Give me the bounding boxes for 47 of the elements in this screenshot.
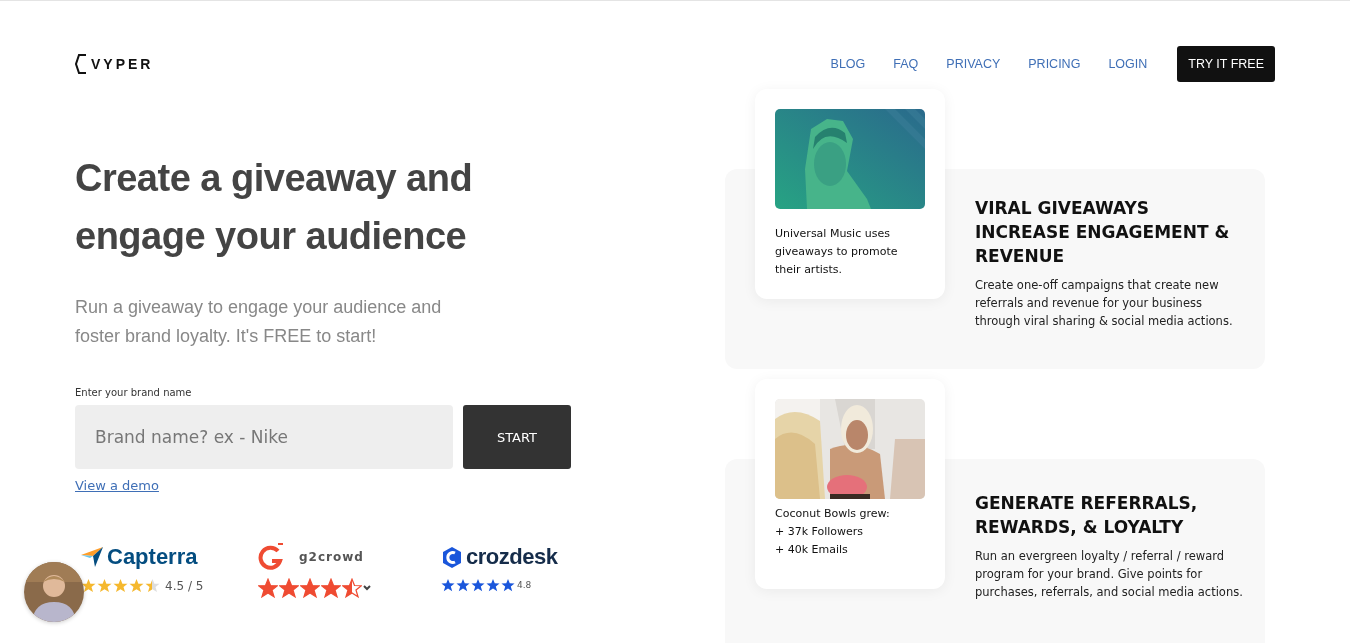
- avatar: [24, 562, 84, 622]
- star-icon: [129, 578, 144, 593]
- demo-link[interactable]: View a demo: [75, 478, 159, 493]
- try-free-button[interactable]: TRY IT FREE: [1177, 46, 1275, 82]
- feature-text: Run an evergreen loyalty / referral / reward program for your brand. Give points for purchases, referrals, and social media actions.: [975, 547, 1244, 601]
- brand-name: Capterra: [107, 544, 198, 570]
- star-icon: [97, 578, 112, 593]
- caption-text: Coconut Bowls grew:: [775, 506, 891, 522]
- star-icon: [279, 578, 299, 598]
- feature-title: GENERATE REFERRALS, REWARDS, & LOYALTY: [975, 491, 1199, 539]
- star-icon: [486, 578, 500, 592]
- nav-link[interactable]: PRIVACY: [946, 57, 1001, 71]
- star-icon: [456, 578, 470, 592]
- feature-text: Create one-off campaigns that create new referrals and revenue for your business through viral sharing & social media actions.: [975, 277, 1234, 331]
- caption-text: + 37k Followers: [775, 524, 865, 540]
- brand-name: crozdesk: [466, 544, 558, 570]
- star-icon: [471, 578, 485, 592]
- star-icon: [145, 578, 160, 593]
- star-icon: [300, 578, 320, 598]
- nav-link[interactable]: FAQ: [893, 57, 919, 71]
- logo-text: VYPER: [91, 56, 154, 72]
- nav-link[interactable]: LOGIN: [1108, 57, 1148, 71]
- star-icon: [81, 578, 96, 593]
- star-icon: [501, 578, 515, 592]
- feature-title: VIRAL GIVEAWAYS INCREASE ENGAGEMENT & REVENUE: [975, 197, 1231, 269]
- rating-value: 4.5 / 5: [165, 578, 204, 593]
- star-icon: [342, 578, 362, 598]
- hexagon-logo-icon: [441, 545, 463, 569]
- nav-link[interactable]: BLOG: [830, 57, 866, 71]
- nav-link[interactable]: PRICING: [1028, 57, 1081, 71]
- logo-icon: [75, 53, 87, 75]
- star-icon: [258, 578, 278, 598]
- g-logo-icon: [258, 543, 286, 571]
- field-label: Enter your brand name: [75, 387, 193, 398]
- rating-value: 4.8: [517, 580, 532, 590]
- arrow-logo-icon: [81, 546, 104, 568]
- brand-name: g2crowd: [299, 550, 364, 564]
- hero-title: Create a giveaway and engage your audience: [75, 156, 474, 259]
- caption-text: + 40k Emails: [775, 542, 849, 558]
- star-icon: [321, 578, 341, 598]
- star-icon: [441, 578, 455, 592]
- hero-subtitle: Run a giveaway to engage your audience and foster brand loyalty. It's FREE to start!: [75, 296, 443, 348]
- caret-icon: [363, 585, 371, 591]
- caption-text: Universal Music uses giveaways to promote their artists.: [775, 226, 899, 278]
- star-icon: [113, 578, 128, 593]
- brand-name-field[interactable]: Brand name? ex - Nike: [75, 405, 453, 469]
- start-button[interactable]: START: [463, 405, 571, 469]
